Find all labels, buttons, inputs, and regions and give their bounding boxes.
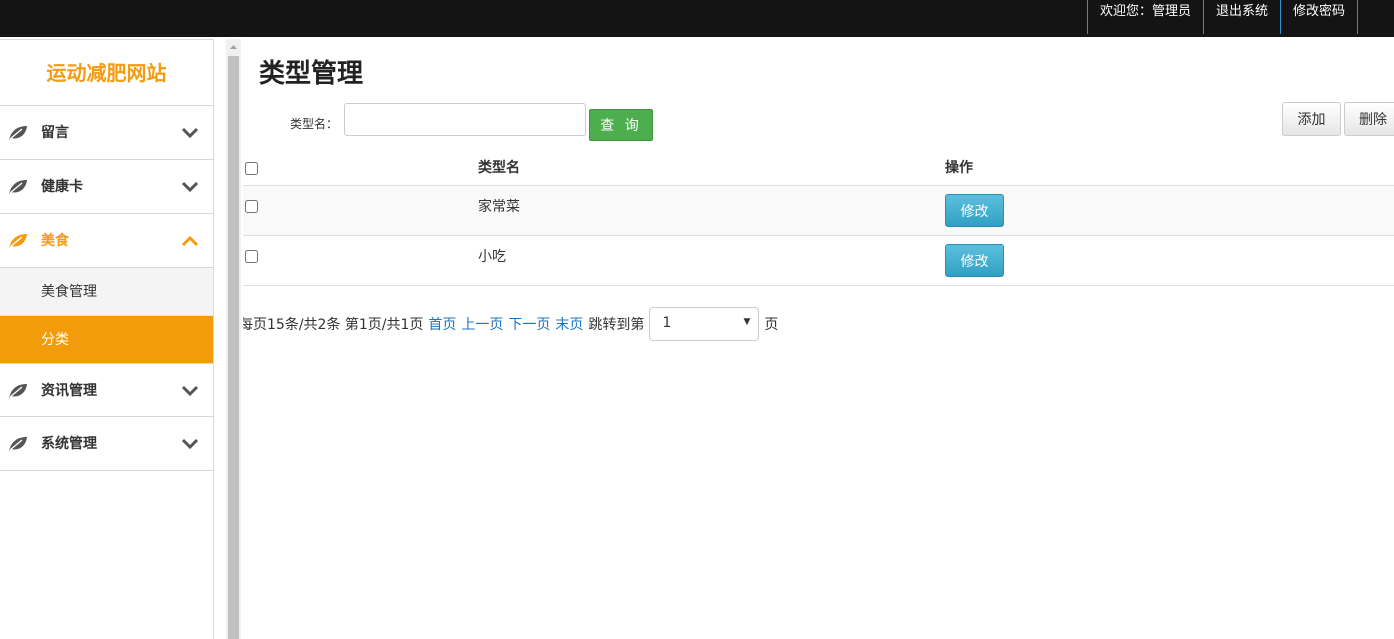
scrollbar-thumb[interactable] (228, 56, 239, 639)
type-name-input[interactable] (344, 103, 586, 136)
site-brand: 运动减肥网站 (0, 40, 213, 106)
type-name-cell: 家常菜 (478, 199, 520, 215)
leaf-icon (9, 126, 27, 140)
sidebar-item-health-card[interactable]: 健康卡 (0, 160, 213, 214)
chevron-down-icon (181, 438, 199, 450)
delete-button[interactable]: 删除 (1344, 102, 1394, 136)
sidebar-item-label: 留言 (41, 125, 69, 141)
page-select-value: 1 (662, 315, 672, 331)
leaf-icon (9, 234, 27, 248)
leaf-icon (9, 384, 27, 398)
sidebar-item-label: 健康卡 (41, 179, 83, 195)
chevron-up-icon (181, 235, 199, 247)
pagination: 每页15条/共2条 第1页/共1页 首页 上一页 下一页 末页 跳转到第 1 ▼… (243, 307, 778, 341)
last-page-link[interactable]: 末页 (555, 314, 583, 334)
page-unit-label: 页 (764, 317, 779, 333)
chevron-down-icon (181, 181, 199, 193)
logout-link[interactable]: 退出系统 (1202, 0, 1280, 34)
sidebar-item-food[interactable]: 美食 (0, 214, 213, 268)
top-links: 欢迎您：管理员 退出系统 修改密码 (1086, 0, 1358, 34)
sidebar-subitem-food-management[interactable]: 美食管理 (0, 268, 213, 316)
type-table: 类型名 操作 家常菜 修改 小吃 修改 (243, 147, 1394, 286)
welcome-user-link[interactable]: 欢迎您：管理员 (1086, 0, 1203, 34)
row-checkbox[interactable] (245, 250, 258, 263)
table-row: 小吃 修改 (243, 236, 1394, 286)
page-select[interactable]: 1 ▼ (649, 307, 760, 341)
edit-button[interactable]: 修改 (945, 194, 1004, 227)
row-checkbox[interactable] (245, 200, 258, 213)
add-button[interactable]: 添加 (1282, 102, 1341, 136)
sidebar-item-label: 系统管理 (41, 436, 97, 452)
type-name-label: 类型名： (290, 117, 339, 131)
sidebar-subitem-category[interactable]: 分类 (0, 316, 213, 363)
prev-page-link[interactable]: 上一页 (461, 314, 503, 334)
select-all-checkbox[interactable] (245, 162, 258, 175)
sidebar-item-news-management[interactable]: 资讯管理 (0, 363, 213, 417)
sidebar-item-system-management[interactable]: 系统管理 (0, 417, 213, 471)
chevron-down-icon (181, 385, 199, 397)
edit-button[interactable]: 修改 (945, 244, 1004, 277)
page-title: 类型管理 (259, 59, 364, 89)
chevron-down-icon (181, 127, 199, 139)
next-page-link[interactable]: 下一页 (508, 314, 550, 334)
table-row: 家常菜 修改 (243, 186, 1394, 236)
type-name-cell: 小吃 (478, 249, 506, 265)
top-bar: 欢迎您：管理员 退出系统 修改密码 (0, 0, 1394, 37)
sidebar-item-messages[interactable]: 留言 (0, 106, 213, 160)
column-header-operation: 操作 (945, 160, 973, 176)
query-button[interactable]: 查 询 (589, 109, 653, 141)
column-header-type-name: 类型名 (478, 160, 520, 176)
table-header: 类型名 操作 (243, 147, 1394, 186)
sidebar-item-label: 美食 (41, 233, 69, 249)
scroll-up-arrow-icon[interactable] (226, 39, 241, 55)
leaf-icon (9, 437, 27, 451)
pagination-summary: 每页15条/共2条 第1页/共1页 (243, 317, 424, 333)
jump-to-label: 跳转到第 (588, 317, 645, 333)
sidebar: 运动减肥网站 留言 健康卡 美食 美食管理 分类 资讯管理 系统管理 (0, 39, 214, 639)
main-content: 类型管理 类型名： 查 询 添加 删除 类型名 操作 家常菜 修改 小吃 修改 … (243, 39, 1394, 639)
leaf-icon (9, 180, 27, 194)
frame-scrollbar[interactable] (226, 39, 241, 639)
caret-down-icon: ▼ (743, 317, 751, 327)
first-page-link[interactable]: 首页 (428, 314, 456, 334)
change-password-link[interactable]: 修改密码 (1279, 0, 1358, 34)
sidebar-item-label: 资讯管理 (41, 383, 97, 399)
